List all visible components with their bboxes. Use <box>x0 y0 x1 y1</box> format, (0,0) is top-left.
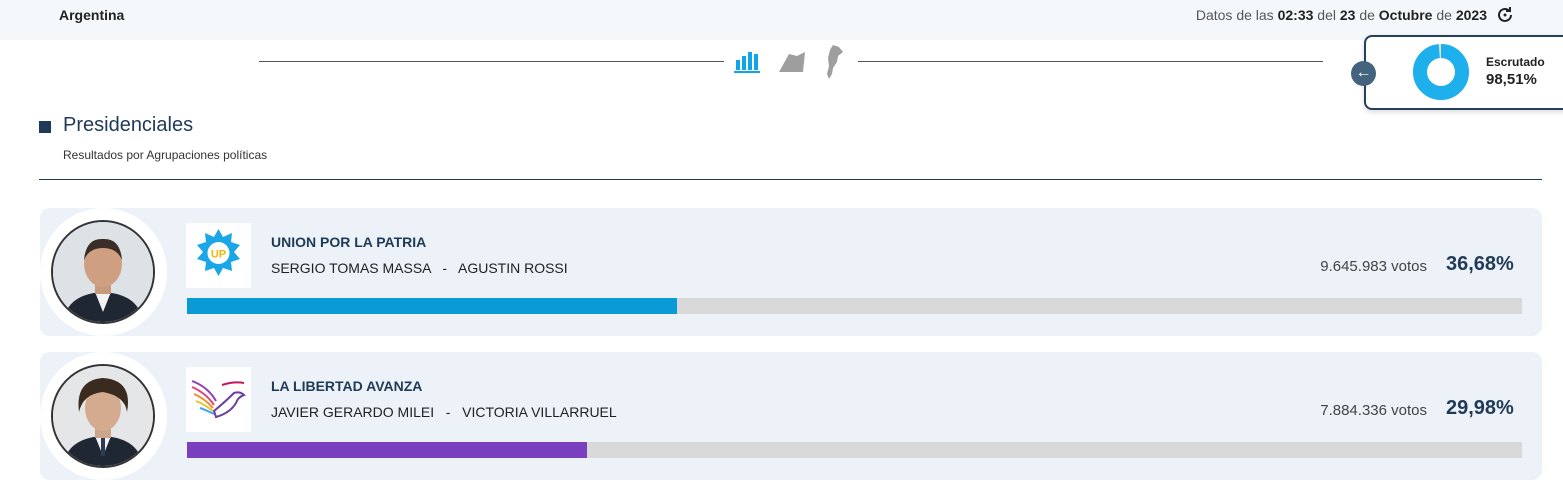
party-logo: UP <box>186 223 251 288</box>
datos-prefix: Datos de las <box>1195 7 1274 23</box>
escrutado-donut <box>1413 44 1469 100</box>
avatar <box>51 364 155 468</box>
nav-divider-left <box>259 61 724 62</box>
progress-fill <box>187 442 588 458</box>
datos-day: 23 <box>1339 7 1356 23</box>
refresh-icon[interactable] <box>1494 4 1516 26</box>
candidates-names: JAVIER GERARDO MILEI - VICTORIA VILLARRU… <box>271 404 617 420</box>
avatar-ring <box>40 208 167 336</box>
page-subtitle: Resultados por Agrupaciones políticas <box>63 148 268 162</box>
country-label: Argentina <box>59 7 125 23</box>
datos-de2: de <box>1436 7 1452 23</box>
vote-percentage: 29,98% <box>1446 397 1514 419</box>
map-region-icon[interactable] <box>775 44 807 74</box>
datos-month: Octubre <box>1378 7 1433 23</box>
avatar <box>51 220 155 324</box>
party-logo <box>186 367 251 432</box>
datos-del: del <box>1317 7 1336 23</box>
progress-fill <box>187 298 677 314</box>
section-divider <box>39 179 1542 180</box>
datos-time: 02:33 <box>1277 7 1314 23</box>
nav-divider-right <box>858 61 1323 62</box>
datos-de1: de <box>1359 7 1375 23</box>
progress-track <box>187 298 1522 314</box>
escrutado-arc <box>1413 44 1469 100</box>
party-name: LA LIBERTAD AVANZA <box>271 378 423 394</box>
avatar-ring <box>40 352 167 480</box>
argentina-map-icon[interactable] <box>823 44 845 80</box>
escrutado-label: Escrutado <box>1486 55 1545 69</box>
top-bar: Argentina Datos de las 02:33 del 23 de O… <box>0 0 1563 40</box>
candidates-names: SERGIO TOMAS MASSA - AGUSTIN ROSSI <box>271 260 568 276</box>
vote-percentage: 36,68% <box>1446 253 1514 275</box>
arrow-left-icon[interactable]: ← <box>1351 61 1376 86</box>
datos-year: 2023 <box>1455 7 1487 23</box>
party-name: UNION POR LA PATRIA <box>271 234 427 250</box>
bar-chart-icon[interactable] <box>733 44 761 74</box>
progress-track <box>187 442 1522 458</box>
page-title: Presidenciales <box>63 114 194 136</box>
votes-count: 7.884.336 votos <box>1320 402 1427 419</box>
party-logo-text: UP <box>211 249 226 261</box>
section-marker <box>39 121 51 133</box>
votes-count: 9.645.983 votos <box>1320 258 1427 275</box>
data-timestamp: Datos de las 02:33 del 23 de Octubre de … <box>1196 7 1487 23</box>
escrutado-value: 98,51% <box>1486 71 1537 88</box>
